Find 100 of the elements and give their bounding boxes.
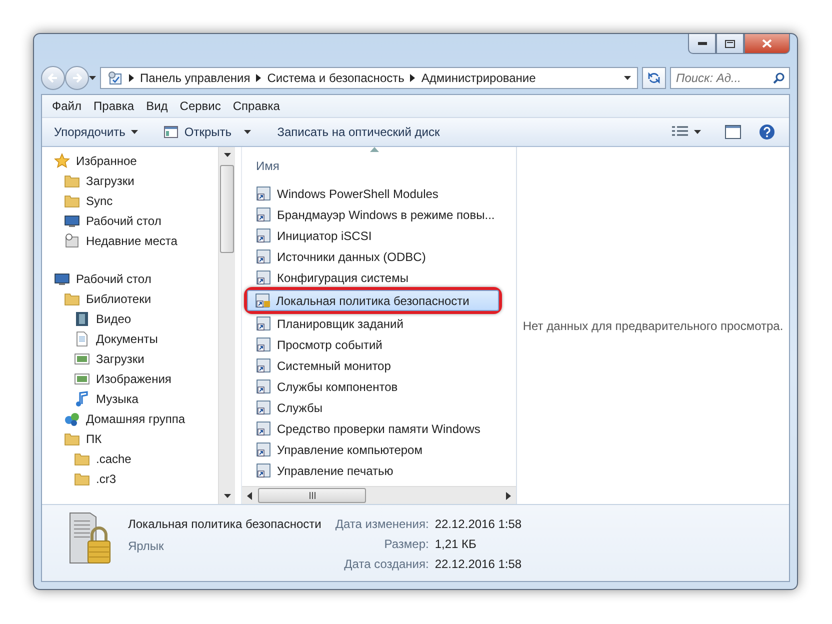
nav-item[interactable]: Недавние места [86,234,178,248]
left-arrow-icon [48,73,58,83]
shortcut-icon [256,400,272,416]
file-row[interactable]: Просмотр событий [242,334,516,355]
window-icon [164,126,178,138]
shortcut-icon [256,336,272,352]
file-name: Локальная политика безопасности [128,517,322,531]
history-caret-icon [89,76,96,80]
folder-icon [74,471,90,487]
nav-item[interactable]: Рабочий стол [76,272,152,286]
property-value: 22.12.2016 1:58 [434,557,522,571]
document-icon [74,331,90,347]
nav-item[interactable]: .cache [96,452,132,466]
file-row[interactable]: Средство проверки памяти Windows [242,418,516,439]
nav-item[interactable]: Избранное [76,154,137,168]
nav-item[interactable]: .cr3 [96,472,116,486]
file-row[interactable]: Источники данных (ODBC) [242,246,516,267]
folder-icon [74,451,90,467]
minimize-button[interactable] [688,34,716,54]
menu-item[interactable]: Сервис [174,97,227,115]
refresh-button[interactable] [642,67,666,89]
homegroup-icon [64,411,80,427]
search-field[interactable]: Поиск: Ад... [670,67,790,89]
shortcut-icon [256,270,272,286]
picture-icon [74,371,90,387]
property-value: 22.12.2016 1:58 [434,517,522,531]
shortcut-icon [256,442,272,458]
property-value: 1,21 КБ [434,537,478,551]
file-row[interactable]: Локальная политика безопасности [247,290,499,311]
nav-item[interactable]: Видео [96,312,132,326]
file-row[interactable]: Управление печатью [242,460,516,481]
forward-button[interactable] [65,66,89,90]
toolbar-button[interactable]: Открыть [158,122,258,142]
folder-icon [64,193,80,209]
search-icon [773,72,785,84]
toolbar-button[interactable]: Упорядочить [48,122,144,142]
nav-item[interactable]: Загрузки [96,352,144,366]
control-panel-icon [107,70,123,86]
preview-pane-icon[interactable] [725,125,741,139]
file-row[interactable]: Инициатор iSCSI [242,225,516,246]
sort-arrow-icon [370,147,379,152]
scroll-up-icon [224,153,230,157]
file-type: Ярлык [128,539,165,553]
chevron-icon [256,74,262,82]
nav-item[interactable]: Sync [86,194,113,208]
address-bar[interactable]: Панель управления Система и безопасность Администрирование [100,67,638,89]
file-row[interactable]: Системный монитор [242,355,516,376]
menu-item[interactable]: Правка [88,97,140,115]
nav-item[interactable]: Библиотеки [86,292,152,306]
chevron-icon [129,74,134,82]
property-label: Размер: [383,537,429,551]
picture-icon [74,351,90,367]
shortcut-icon [256,228,272,244]
scrollbar-thumb[interactable] [220,165,234,253]
nav-item[interactable]: Загрузки [86,174,134,188]
menu-item[interactable]: Файл [46,97,88,115]
menu-item[interactable]: Справка [226,97,286,115]
nav-item[interactable]: Музыка [96,392,138,406]
file-row[interactable]: Службы компонентов [242,376,516,397]
scroll-down-icon [224,494,230,498]
caret-icon [694,130,701,134]
toolbar-button[interactable]: Записать на оптический диск [271,122,446,142]
menu-item[interactable]: Вид [140,97,174,115]
nav-item[interactable]: Рабочий стол [86,214,162,228]
file-row[interactable]: Управление компьютером [242,439,516,460]
property-label: Дата изменения: [335,517,429,531]
shortcut-icon [256,248,272,264]
file-row[interactable]: Планировщик заданий [242,313,516,334]
right-arrow-icon [72,73,82,83]
column-header[interactable]: Имя [256,159,280,173]
maximize-button[interactable] [716,34,744,54]
horizontal-scrollbar[interactable] [242,486,516,504]
recent-places-icon [64,233,80,249]
music-note-icon [74,391,90,407]
close-button[interactable] [744,34,790,54]
nav-item[interactable]: ПК [86,432,102,446]
help-icon[interactable] [759,124,775,140]
vertical-scrollbar[interactable] [218,147,235,504]
file-row[interactable]: Windows PowerShell Modules [242,183,516,204]
shortcut-icon [256,420,272,436]
file-row[interactable]: Службы [242,397,516,418]
nav-item[interactable]: Изображения [96,372,172,386]
nav-item[interactable]: Документы [96,332,158,346]
file-row[interactable]: Брандмауэр Windows в режиме повы... [242,204,516,225]
file-row[interactable]: Конфигурация системы [242,267,516,288]
breadcrumb[interactable]: Система и безопасность [267,71,404,85]
property-label: Дата создания: [343,557,429,571]
film-icon [74,311,90,327]
caret-icon [131,130,138,134]
nav-item[interactable]: Домашняя группа [86,412,186,426]
back-button[interactable] [41,66,65,90]
shortcut-icon [256,316,272,332]
folder-icon [64,431,80,447]
breadcrumb[interactable]: Администрирование [421,71,536,85]
shortcut-icon [256,378,272,394]
shortcut-icon [256,462,272,478]
breadcrumb[interactable]: Панель управления [140,71,250,85]
minimize-icon [698,42,706,45]
monitor-icon [54,271,70,287]
chevron-icon [410,74,416,82]
